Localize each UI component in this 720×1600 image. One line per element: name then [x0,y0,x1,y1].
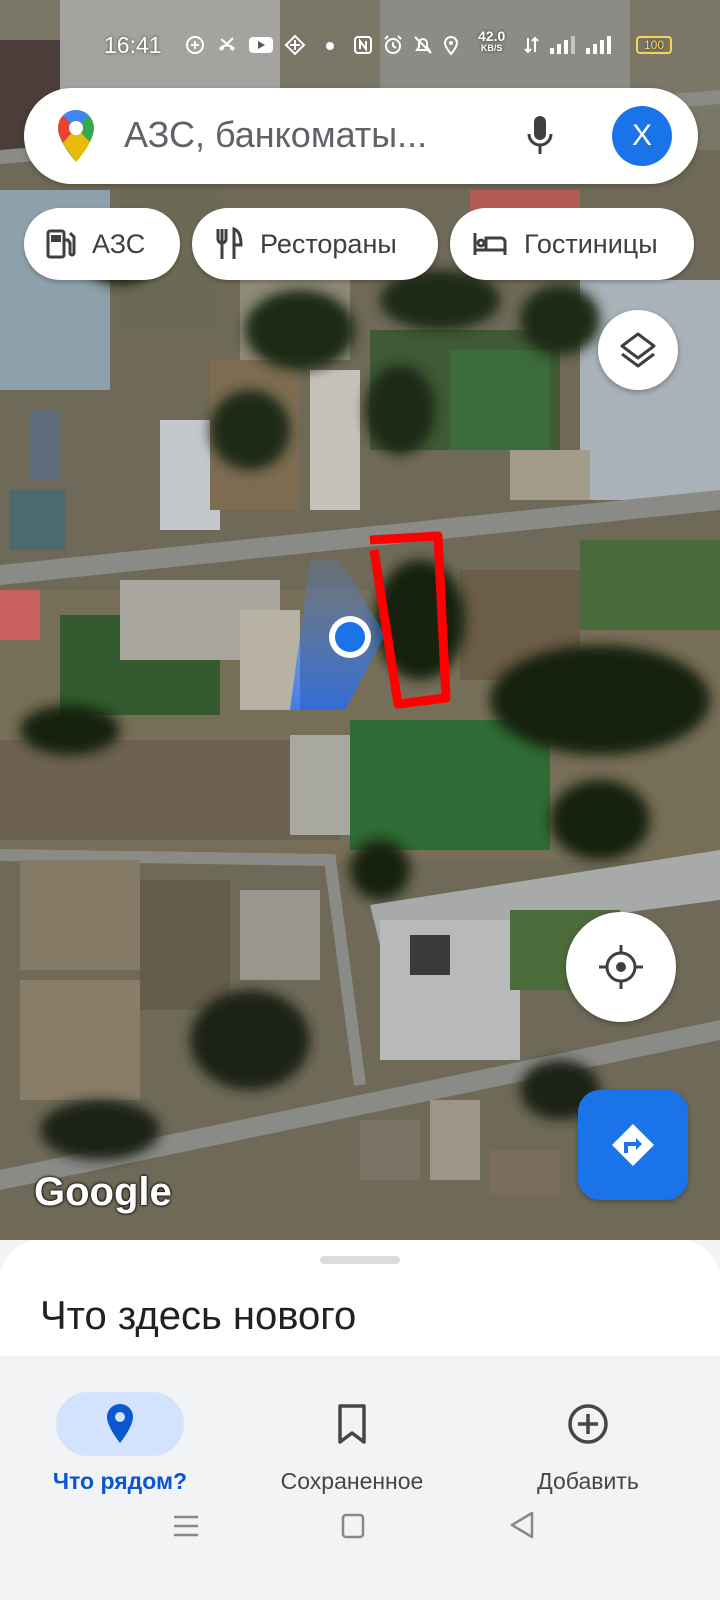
network-speed-unit: KB/S [480,43,503,53]
restaurant-icon [216,227,243,259]
chip-gas-stations[interactable]: АЗС [24,208,180,280]
red-highlight-marker [369,531,451,709]
data-arrows-icon [524,36,539,54]
chip-restaurants[interactable]: Рестораны [192,208,438,280]
nav-item-contribute[interactable]: Добавить [468,1384,708,1504]
explore-pin-icon [107,1404,133,1443]
account-avatar[interactable]: X [612,106,672,166]
battery-indicator: 100 [636,36,672,54]
plus-circle-icon [186,36,204,54]
bottom-sheet[interactable]: Что здесь нового [0,1240,720,1356]
google-attribution: Google [34,1170,172,1214]
add-circle-icon [568,1404,608,1444]
status-time: 16:41 [104,32,162,58]
status-bar: 16:41 42.0 KB/S 100 [0,28,720,64]
directions-icon [612,1124,654,1166]
chip-label: АЗС [92,228,146,259]
drag-handle[interactable] [320,1256,400,1264]
sheet-title: Что здесь нового [40,1294,357,1338]
missed-call-icon [219,37,235,51]
system-navigation-bar [0,1504,720,1600]
google-maps-logo-icon [57,109,94,162]
satellite-map[interactable]: Google [0,0,720,1240]
nfc-icon [354,36,372,54]
gas-station-icon [46,229,76,259]
location-icon [443,36,459,56]
alarm-icon [384,35,402,54]
layers-icon [620,332,656,368]
chip-label: Гостиницы [524,228,658,259]
chip-hotels[interactable]: Гостиницы [450,208,694,280]
hotel-icon [473,233,507,255]
chip-label: Рестораны [260,228,397,259]
mute-icon [414,36,432,54]
nav-label: Сохраненное [280,1468,424,1494]
directions-button[interactable] [578,1090,688,1200]
nav-label: Добавить [537,1468,639,1494]
dot-icon [326,42,334,50]
menu-icon[interactable] [172,1512,200,1540]
nav-item-explore[interactable]: Что рядом? [0,1384,240,1504]
my-location-button[interactable] [566,912,676,1022]
bottom-navigation: Что рядом? Сохраненное Добавить [0,1384,720,1504]
network-speed: 42.0 KB/S [478,28,506,54]
youtube-icon [249,37,273,53]
search-bar[interactable]: АЗС, банкоматы... X [24,88,698,184]
signal-strength-2-icon [586,36,611,54]
search-input[interactable]: АЗС, банкоматы... [124,114,427,156]
network-speed-value: 42.0 [478,28,506,44]
home-icon[interactable] [340,1512,366,1540]
crosshair-icon [599,945,643,989]
signal-strength-1-icon [550,36,575,54]
microphone-icon[interactable] [524,112,556,160]
bookmark-icon [338,1404,366,1444]
nav-label: Что рядом? [52,1468,188,1494]
nav-item-saved[interactable]: Сохраненное [232,1384,472,1504]
app-notification-icon [284,34,306,56]
map-layers-button[interactable] [598,310,678,390]
back-icon[interactable] [508,1510,536,1540]
